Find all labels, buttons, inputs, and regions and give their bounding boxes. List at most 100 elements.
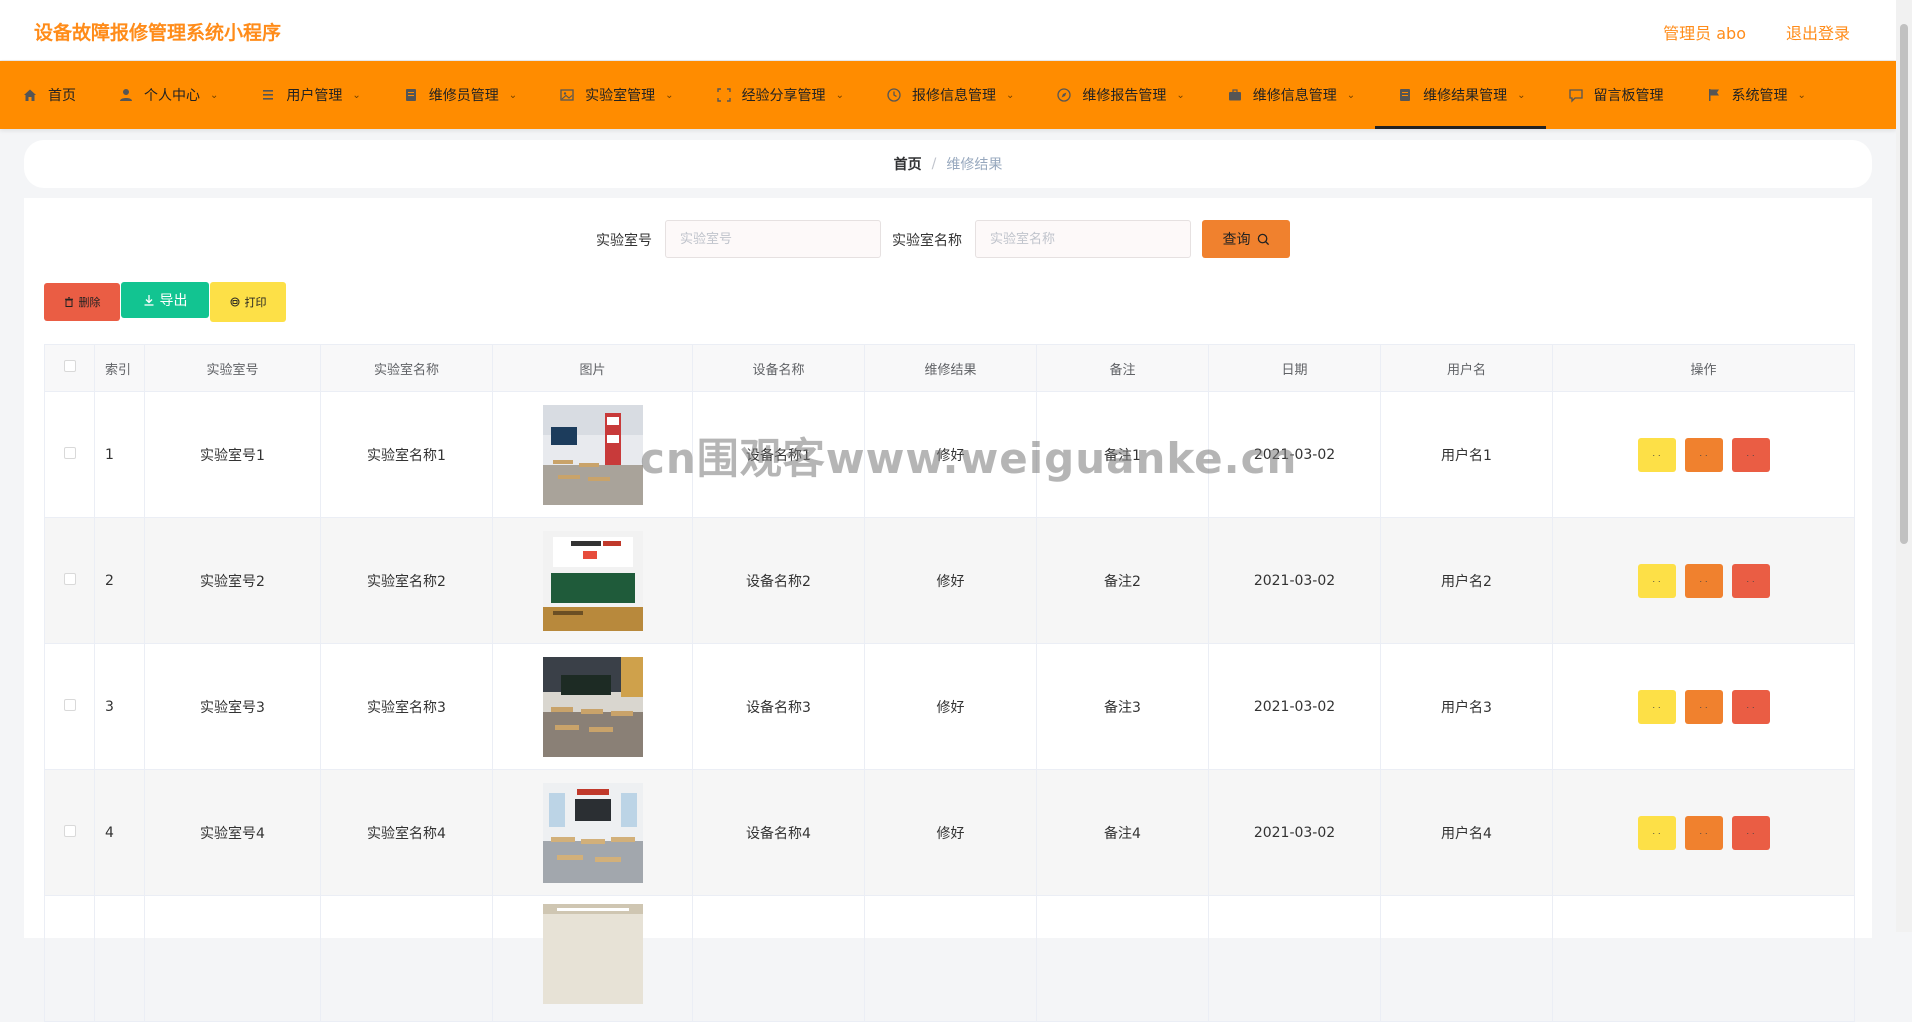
cell-date: 2021-03-02 [1208, 643, 1381, 770]
compass-icon [1056, 87, 1072, 103]
select-all-checkbox[interactable] [63, 360, 76, 372]
page-scrollbar[interactable] [1896, 0, 1912, 932]
nav-item-9[interactable]: 维修结果管理 ⌄ [1375, 61, 1546, 129]
delete-button[interactable]: 删除 [44, 283, 120, 321]
column-header: 设备名称 [692, 344, 865, 392]
chevron-down-icon: ⌄ [352, 89, 361, 101]
breadcrumb: 首页 / 维修结果 [24, 140, 1872, 188]
lab-no-input[interactable] [665, 220, 881, 258]
cell-lab-name: 实验室名称3 [320, 643, 493, 770]
cell-date: 2021-03-02 [1208, 769, 1381, 896]
query-button-label: 查询 [1222, 232, 1251, 248]
row-select-cell [44, 769, 95, 896]
nav-item-3[interactable]: 维修员管理 ⌄ [381, 61, 537, 129]
table-row: 4 实验室号4 实验室名称4 设备名称4 修好 备注4 2021-03-02 用户名4 · · ·… [44, 769, 1855, 896]
classroom-thumbnail[interactable] [542, 904, 643, 1004]
trash-icon [64, 297, 74, 307]
cell-lab-no: 实验室号1 [144, 391, 321, 518]
cell-lab-no: 实验室号3 [144, 643, 321, 770]
lab-name-input[interactable] [975, 220, 1191, 258]
breadcrumb-separator: / [931, 156, 937, 172]
view-button[interactable]: · · [1637, 689, 1676, 724]
nav-item-label: 用户管理 [286, 88, 343, 104]
admin-label: 管理员 abo [1663, 24, 1746, 43]
thumbnail-cell [492, 517, 693, 644]
cell-result: 修好 [864, 517, 1037, 644]
cell-lab-name: 实验室名称2 [320, 517, 493, 644]
column-header: 操作 [1552, 344, 1855, 392]
frame-icon [716, 87, 732, 103]
nav-item-11[interactable]: 系统管理 ⌄ [1684, 61, 1826, 129]
view-button[interactable]: · · [1637, 437, 1676, 472]
download-icon [143, 294, 155, 306]
row-select-cell [44, 895, 95, 1022]
classroom-thumbnail[interactable] [542, 404, 643, 505]
scrollbar-thumb[interactable] [1900, 24, 1908, 544]
cell-device: 设备名称3 [692, 643, 865, 770]
thumbnail-cell [492, 643, 693, 770]
nav-item-7[interactable]: 维修报告管理 ⌄ [1034, 61, 1204, 129]
row-actions [1552, 895, 1855, 1022]
row-checkbox[interactable] [63, 698, 76, 711]
thumbnail-cell [492, 391, 693, 518]
print-button[interactable]: 打印 [210, 282, 286, 322]
row-index: 1 [94, 391, 145, 518]
cell-lab-no: 实验室号2 [144, 517, 321, 644]
column-header: 备注 [1036, 344, 1209, 392]
lab-no-label: 实验室号 [596, 233, 652, 249]
nav-item-2[interactable]: 用户管理 ⌄ [238, 61, 380, 129]
view-button[interactable]: · · [1637, 563, 1676, 598]
column-header: 维修结果 [864, 344, 1037, 392]
row-checkbox[interactable] [63, 446, 76, 459]
edit-button[interactable]: · · [1684, 815, 1723, 850]
printer-icon [230, 297, 240, 307]
nav-item-6[interactable]: 报修信息管理 ⌄ [864, 61, 1034, 129]
breadcrumb-current: 维修结果 [946, 157, 1003, 173]
chevron-down-icon: ⌄ [835, 89, 844, 101]
chevron-down-icon: ⌄ [1346, 89, 1356, 101]
cell-lab-name: 实验室名称1 [320, 391, 493, 518]
breadcrumb-home[interactable]: 首页 [894, 154, 922, 174]
cell-result: 修好 [864, 391, 1037, 518]
edit-button[interactable]: · · [1684, 437, 1723, 472]
cell-user: 用户名3 [1380, 643, 1553, 770]
cell-user [1380, 895, 1553, 1022]
classroom-thumbnail[interactable] [542, 782, 643, 883]
row-delete-button[interactable]: · · [1731, 563, 1770, 598]
row-delete-button[interactable]: · · [1731, 689, 1770, 724]
classroom-thumbnail[interactable] [542, 656, 643, 757]
export-button[interactable]: 导出 [121, 282, 209, 318]
nav-item-1[interactable]: 个人中心 ⌄ [96, 61, 238, 129]
nav-item-0[interactable]: 首页 [0, 61, 96, 129]
row-delete-button[interactable]: · · [1731, 437, 1770, 472]
logout-link[interactable]: 退出登录 [1786, 20, 1850, 44]
briefcase-icon [1227, 87, 1243, 103]
cell-result [864, 895, 1037, 1022]
nav-item-label: 留言板管理 [1593, 88, 1664, 104]
nav-item-4[interactable]: 实验室管理 ⌄ [537, 61, 693, 129]
row-delete-button[interactable]: · · [1731, 815, 1770, 850]
clock-icon [886, 87, 902, 103]
column-header: 用户名 [1380, 344, 1553, 392]
table-header-row: 索引 实验室号 实验室名称 图片 设备名称 维修结果 备注 日期 用户名 操作 [44, 344, 1855, 392]
column-header: 实验室名称 [320, 344, 493, 392]
nav-item-8[interactable]: 维修信息管理 ⌄ [1205, 61, 1375, 129]
edit-button[interactable]: · · [1684, 689, 1723, 724]
edit-button[interactable]: · · [1684, 563, 1723, 598]
image-icon [559, 87, 575, 103]
row-select-cell [44, 391, 95, 518]
nav-item-10[interactable]: 留言板管理 [1546, 61, 1684, 129]
query-button[interactable]: 查询 [1202, 220, 1290, 258]
nav-item-label: 维修结果管理 [1423, 88, 1508, 104]
cell-lab-no: 实验室号4 [144, 769, 321, 896]
view-button[interactable]: · · [1637, 815, 1676, 850]
export-button-label: 导出 [159, 293, 188, 309]
row-checkbox[interactable] [63, 572, 76, 585]
top-header: 设备故障报修管理系统小程序 管理员 abo 退出登录 [0, 0, 1896, 60]
chevron-down-icon: ⌄ [508, 89, 518, 101]
nav-item-5[interactable]: 经验分享管理 ⌄ [694, 61, 864, 129]
classroom-thumbnail[interactable] [542, 530, 643, 631]
main-nav: 首页 个人中心 ⌄ 用户管理 ⌄ 维修员管理 ⌄ 实验室管理 ⌄ 经验分享管理 ⌄ 报修信息管理 ⌄ 维修… [0, 61, 1896, 129]
cell-user: 用户名4 [1380, 769, 1553, 896]
row-checkbox[interactable] [63, 824, 76, 837]
